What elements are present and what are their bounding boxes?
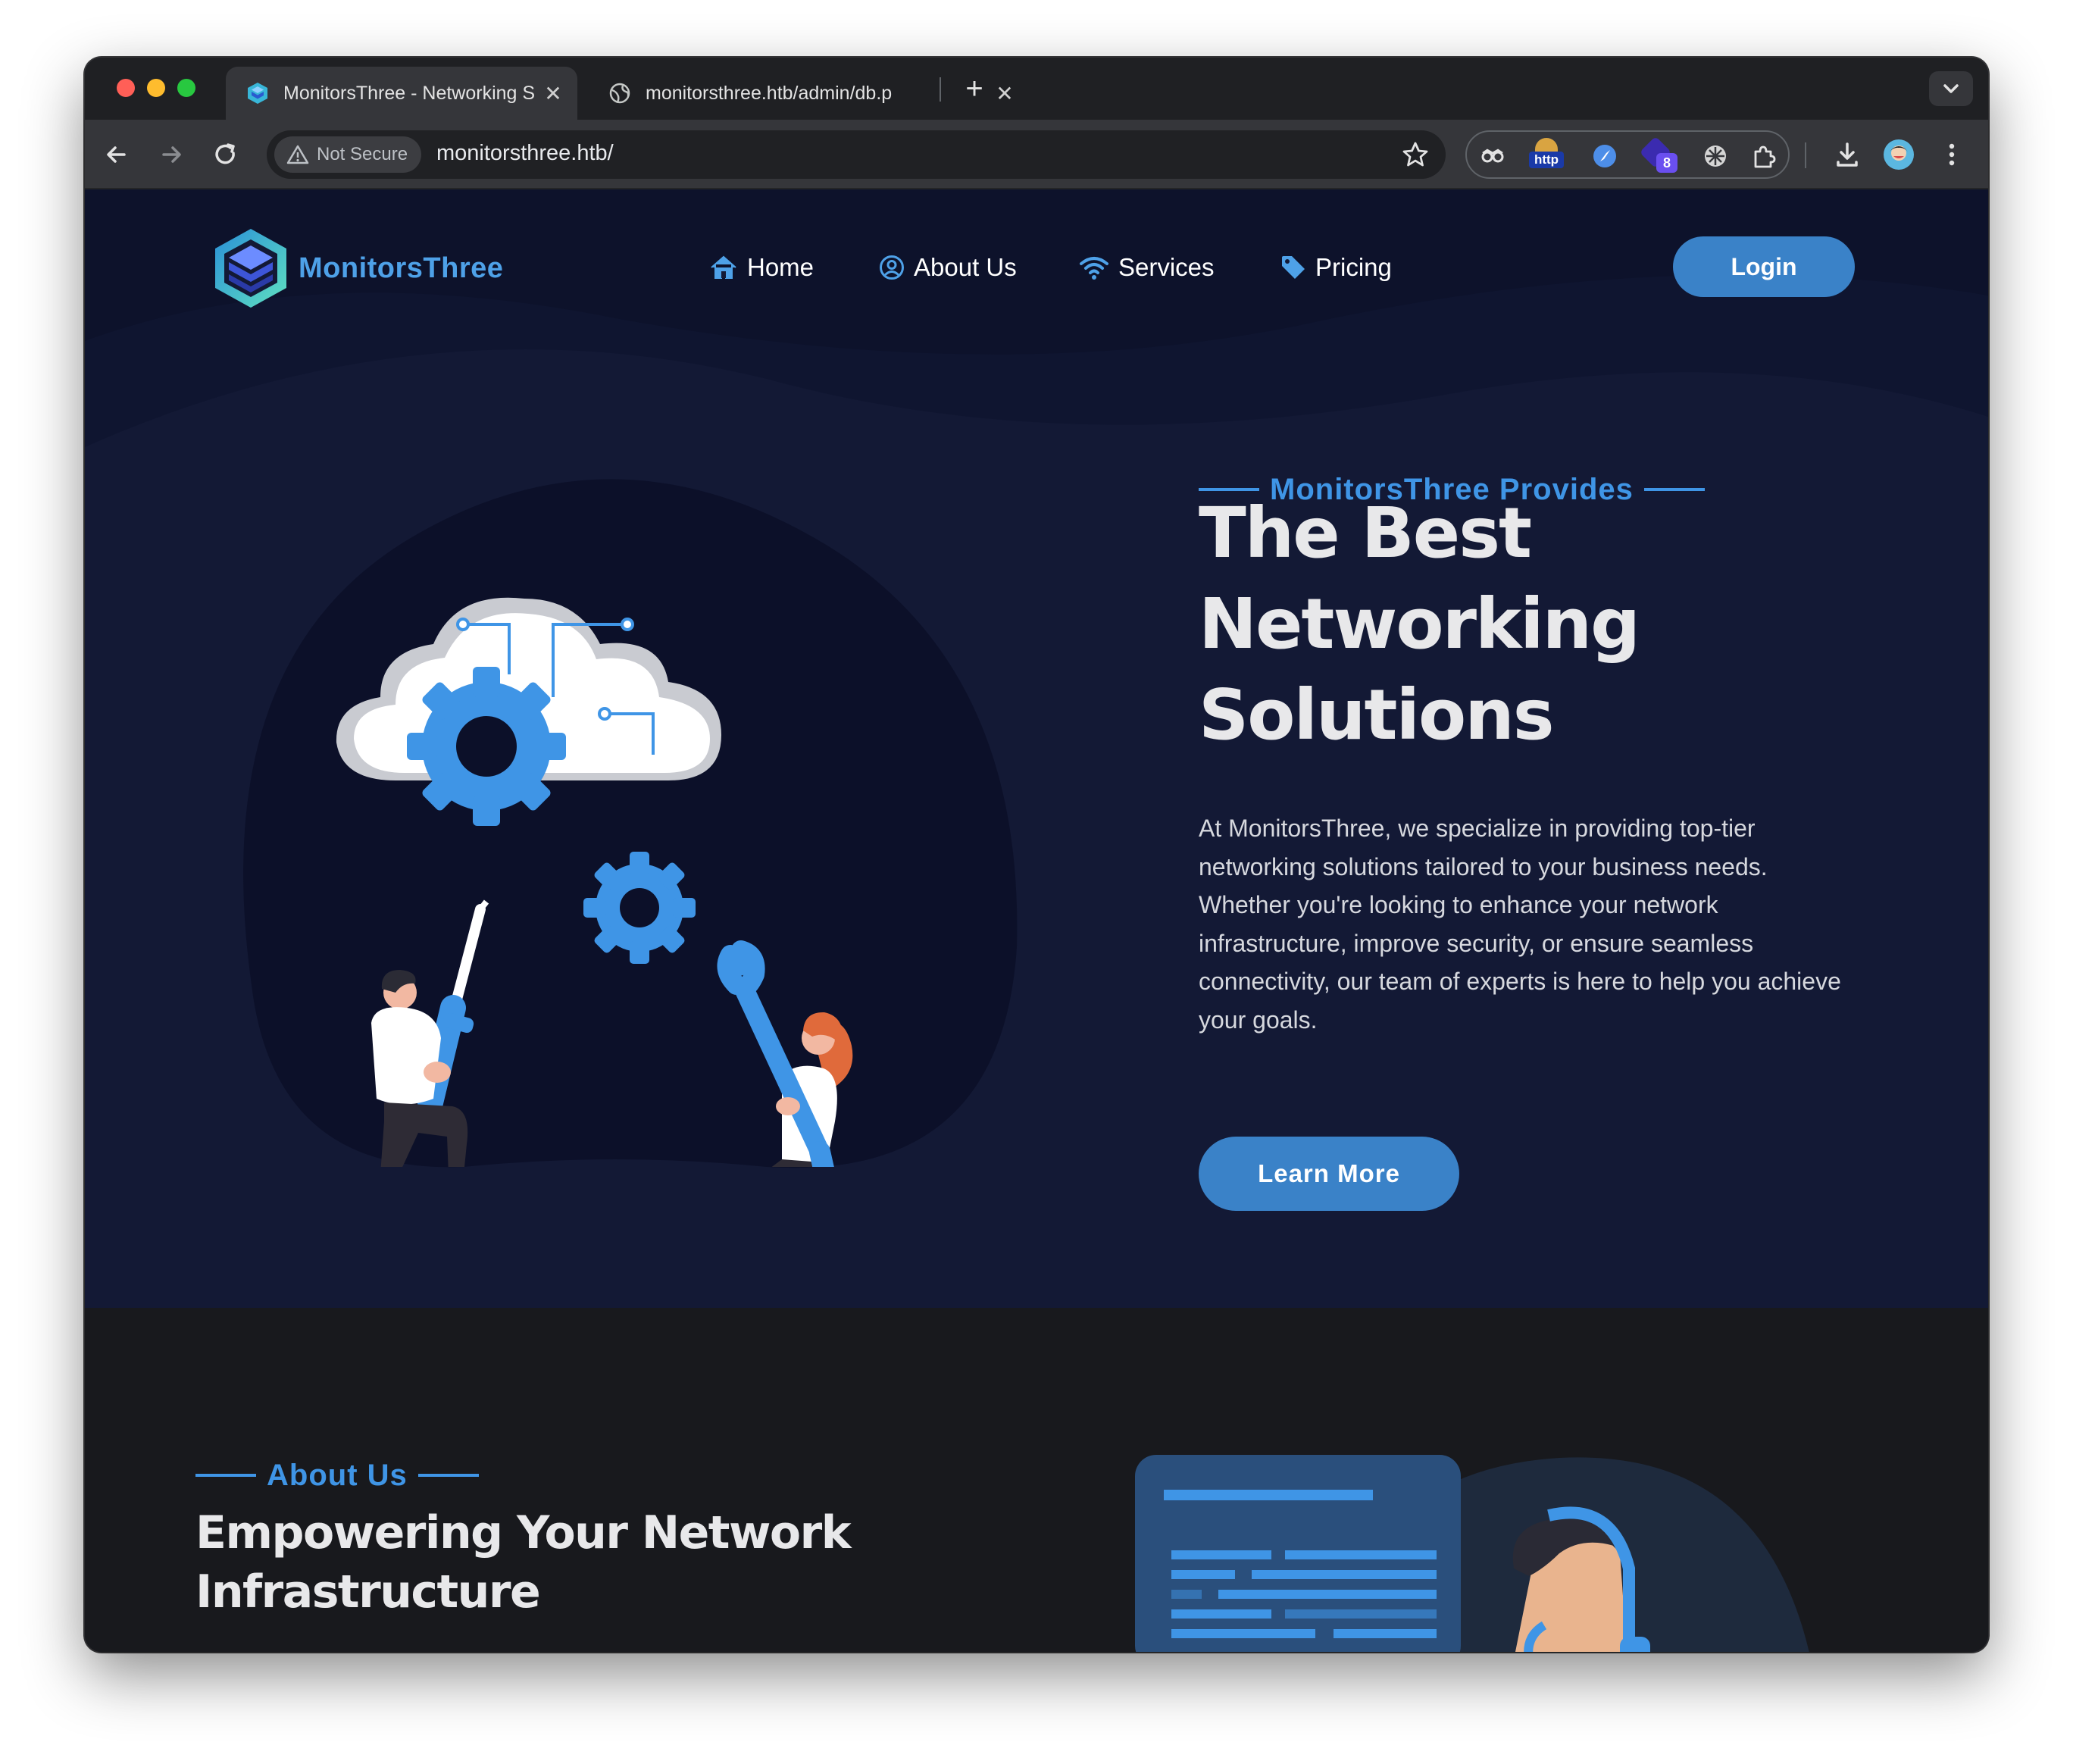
glasses-extension-icon[interactable]	[1479, 142, 1506, 170]
browser-window: MonitorsThree - Networking S ✕ monitorst…	[85, 58, 1988, 1652]
about-section: About Us Empowering Your Network Infrast…	[85, 1308, 1988, 1652]
tag-icon	[1282, 256, 1305, 279]
tab-title: MonitorsThree - Networking S	[283, 82, 536, 104]
nav-about-us[interactable]: About Us	[879, 249, 1017, 286]
tab-search-button[interactable]	[1929, 71, 1973, 106]
maximize-window-button[interactable]	[177, 79, 195, 97]
small-gear-icon	[583, 852, 696, 964]
man-with-screwdriver	[371, 899, 489, 1167]
http-extension-icon[interactable]: http	[1529, 138, 1564, 174]
globe-icon	[609, 83, 630, 104]
bookmark-star-icon[interactable]	[1400, 139, 1430, 170]
nav-services[interactable]: Services	[1079, 249, 1215, 286]
about-title: Empowering Your Network Infrastructure	[195, 1503, 877, 1622]
close-tab-icon[interactable]: ✕	[538, 81, 568, 106]
hero-description: At MonitorsThree, we specialize in provi…	[1199, 815, 1841, 1034]
chevron-down-icon	[1943, 84, 1959, 93]
nav-home-label: Home	[747, 253, 815, 281]
hero-section: MonitorsThree Home About Us Services Pri…	[85, 189, 1988, 1308]
reload-icon[interactable]	[208, 136, 244, 173]
user-circle-icon	[880, 255, 904, 280]
shield-extension-icon[interactable]: 8	[1639, 136, 1677, 174]
url-text[interactable]: monitorsthree.htb/	[436, 141, 614, 166]
tab-strip: MonitorsThree - Networking S ✕ monitorst…	[85, 58, 1988, 120]
tab-title: monitorsthree.htb/admin/db.p	[646, 82, 893, 104]
profile-avatar-icon[interactable]	[1881, 136, 1917, 173]
brand-logo[interactable]: MonitorsThree	[209, 226, 503, 311]
minimize-window-button[interactable]	[147, 79, 165, 97]
toolbar-divider	[1805, 142, 1806, 168]
extension-count-badge: 8	[1656, 153, 1677, 173]
extensions-area: http 8	[1465, 130, 1790, 179]
hero-title-line: The Best	[1199, 493, 1532, 574]
forward-arrow-icon[interactable]	[153, 136, 189, 173]
nav-home[interactable]: Home	[709, 249, 814, 286]
compass-extension-icon[interactable]	[1591, 142, 1618, 170]
large-gear-icon	[407, 667, 566, 826]
learn-more-button[interactable]: Learn More	[1199, 1137, 1459, 1211]
hero-title-line: Solutions	[1199, 674, 1554, 755]
security-indicator[interactable]: Not Secure	[274, 136, 422, 173]
http-badge: http	[1529, 152, 1564, 168]
about-title-line: Infrastructure	[195, 1565, 541, 1619]
nav-services-label: Services	[1118, 253, 1215, 281]
tab-monitorsthree[interactable]: MonitorsThree - Networking S ✕	[226, 67, 577, 120]
brand-name: MonitorsThree	[299, 252, 504, 284]
more-menu-icon[interactable]	[1934, 136, 1970, 173]
home-icon	[711, 255, 736, 279]
nav-pricing-label: Pricing	[1315, 253, 1392, 281]
tab-divider	[940, 77, 941, 102]
back-arrow-icon[interactable]	[98, 136, 135, 173]
nav-about-label: About Us	[914, 253, 1017, 281]
browser-toolbar: Not Secure monitorsthree.htb/ http 8	[85, 120, 1988, 189]
about-title-line: Empowering Your Network	[195, 1506, 852, 1559]
networking-illustration	[336, 597, 853, 1167]
hero-title: The Best Networking Solutions	[1199, 488, 1881, 761]
nav-pricing[interactable]: Pricing	[1280, 249, 1392, 286]
new-tab-button[interactable]: +	[955, 70, 994, 109]
login-button[interactable]: Login	[1673, 236, 1855, 297]
address-bar[interactable]: Not Secure monitorsthree.htb/	[267, 130, 1446, 179]
download-icon[interactable]	[1829, 136, 1865, 173]
puzzle-extensions-icon[interactable]	[1750, 142, 1778, 170]
spiral-extension-icon[interactable]	[1702, 142, 1729, 170]
close-tab-icon[interactable]: ✕	[990, 81, 1020, 106]
support-agent-illustration	[1135, 1455, 1809, 1652]
web-page: MonitorsThree Home About Us Services Pri…	[85, 189, 1988, 1652]
warning-triangle-icon	[286, 145, 309, 164]
security-label: Not Secure	[317, 144, 408, 164]
about-eyebrow-text: About Us	[267, 1458, 408, 1492]
hexagon-cube-icon	[215, 229, 286, 308]
about-eyebrow: About Us	[195, 1456, 479, 1494]
monitorsthree-favicon-icon	[248, 83, 267, 104]
woman-with-wrench	[717, 940, 853, 1167]
wifi-icon	[1080, 257, 1108, 280]
close-window-button[interactable]	[117, 79, 135, 97]
hero-title-line: Networking	[1199, 583, 1640, 665]
